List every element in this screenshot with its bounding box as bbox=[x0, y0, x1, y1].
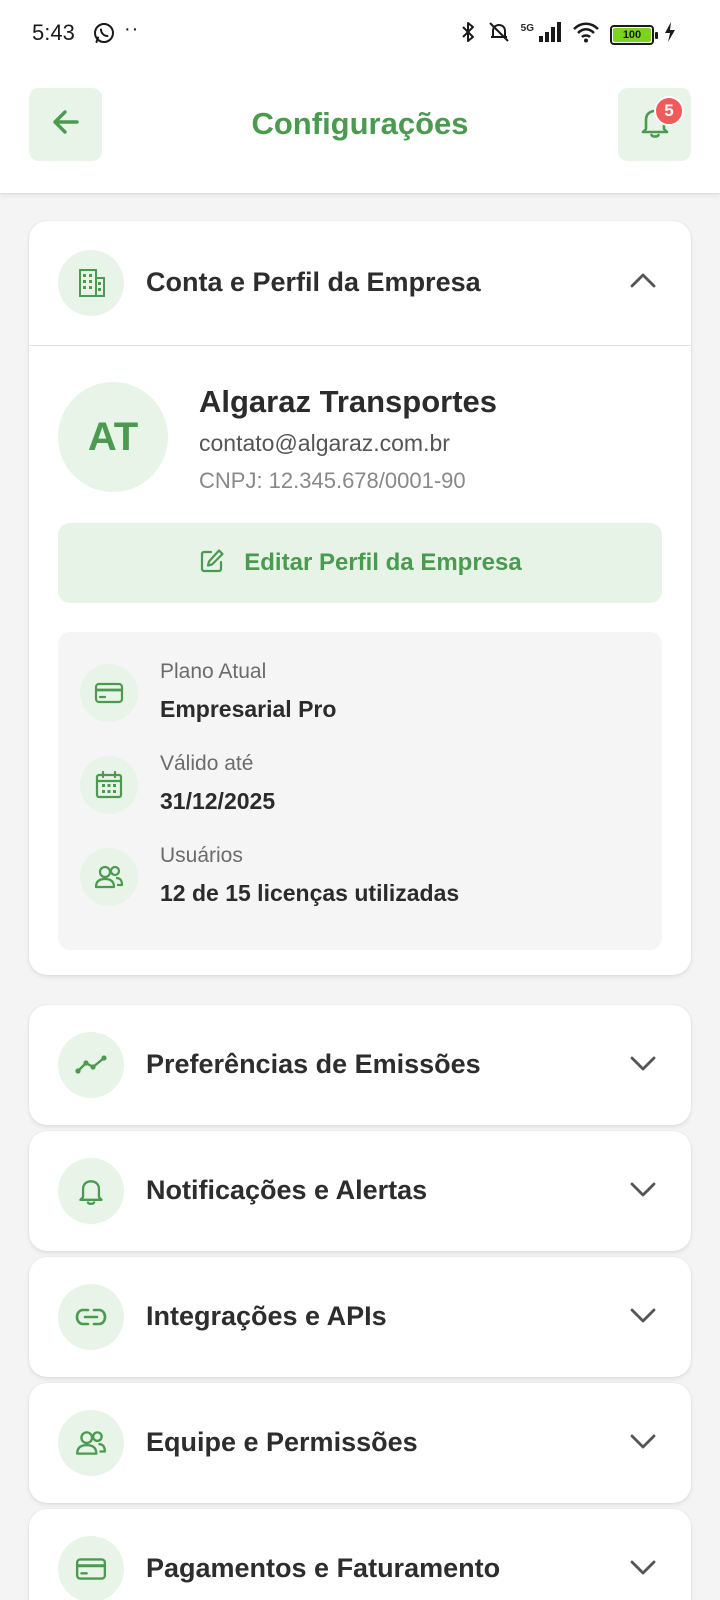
chevron-down-icon bbox=[629, 1305, 657, 1330]
plan-row-current: Plano Atual Empresarial Pro bbox=[58, 654, 662, 734]
section-integrations[interactable]: Integrações e APIs bbox=[29, 1257, 691, 1377]
section-notifications[interactable]: Notificações e Alertas bbox=[29, 1131, 691, 1251]
chevron-up-icon[interactable] bbox=[629, 271, 657, 296]
credit-card-icon bbox=[80, 664, 138, 722]
chevron-down-icon bbox=[629, 1557, 657, 1582]
section-title: Equipe e Permissões bbox=[146, 1427, 418, 1457]
page-title: Configurações bbox=[251, 106, 469, 141]
signal-icon bbox=[538, 21, 562, 48]
edit-button-label: Editar Perfil da Empresa bbox=[244, 549, 522, 576]
company-profile-card: Conta e Perfil da Empresa AT Algaraz Tra… bbox=[29, 221, 691, 975]
company-email: contato@algaraz.com.br bbox=[199, 430, 450, 456]
notifications-button[interactable]: 5 bbox=[618, 88, 691, 161]
bell-icon bbox=[58, 1158, 124, 1224]
edit-icon bbox=[198, 547, 226, 580]
users-label: Usuários bbox=[160, 844, 243, 867]
wifi-icon bbox=[572, 21, 600, 48]
muted-bell-icon bbox=[487, 20, 511, 49]
status-dots: ·· bbox=[124, 18, 140, 40]
users-icon bbox=[58, 1410, 124, 1476]
chevron-down-icon bbox=[629, 1053, 657, 1078]
plan-row-valid-until: Válido até 31/12/2025 bbox=[58, 746, 662, 826]
link-icon bbox=[58, 1284, 124, 1350]
company-cnpj: CNPJ: 12.345.678/0001-90 bbox=[199, 468, 466, 493]
company-name: Algaraz Transportes bbox=[199, 384, 498, 419]
section-team[interactable]: Equipe e Permissões bbox=[29, 1383, 691, 1503]
users-value: 12 de 15 licenças utilizadas bbox=[160, 880, 460, 906]
bluetooth-icon bbox=[459, 20, 477, 49]
notification-badge: 5 bbox=[654, 96, 684, 126]
trend-line-icon bbox=[58, 1032, 124, 1098]
network-type: 5G bbox=[520, 23, 534, 34]
plan-details: Plano Atual Empresarial Pro Válido até 3… bbox=[58, 632, 662, 950]
battery-level: 100 bbox=[613, 27, 651, 42]
section-title: Pagamentos e Faturamento bbox=[146, 1553, 501, 1583]
valid-until-value: 31/12/2025 bbox=[160, 788, 276, 814]
company-section-header[interactable]: Conta e Perfil da Empresa bbox=[29, 221, 691, 345]
battery-icon: 100 bbox=[610, 24, 658, 45]
status-bar: 5:43 ·· 5G 100 bbox=[0, 0, 720, 64]
building-icon bbox=[58, 250, 124, 316]
whatsapp-icon bbox=[92, 21, 116, 50]
status-icons: 5G 100 bbox=[459, 20, 676, 49]
section-payments[interactable]: Pagamentos e Faturamento bbox=[29, 1509, 691, 1600]
users-icon bbox=[80, 848, 138, 906]
section-title: Integrações e APIs bbox=[146, 1301, 387, 1331]
plan-row-users: Usuários 12 de 15 licenças utilizadas bbox=[58, 838, 662, 918]
plan-value: Empresarial Pro bbox=[160, 696, 337, 722]
valid-until-label: Válido até bbox=[160, 752, 254, 775]
chevron-down-icon bbox=[629, 1179, 657, 1204]
section-title: Preferências de Emissões bbox=[146, 1049, 481, 1079]
company-profile: AT Algaraz Transportes contato@algaraz.c… bbox=[29, 346, 691, 524]
status-time: 5:43 bbox=[32, 20, 75, 45]
credit-card-icon bbox=[58, 1536, 124, 1600]
section-emissions[interactable]: Preferências de Emissões bbox=[29, 1005, 691, 1125]
section-title: Notificações e Alertas bbox=[146, 1175, 428, 1205]
company-avatar: AT bbox=[58, 382, 168, 492]
plan-label: Plano Atual bbox=[160, 660, 267, 683]
company-section-title: Conta e Perfil da Empresa bbox=[146, 267, 481, 297]
calendar-icon bbox=[80, 756, 138, 814]
chevron-down-icon bbox=[629, 1431, 657, 1456]
top-area: 5:43 ·· 5G 100 Configurações 5 bbox=[0, 0, 720, 194]
edit-company-profile-button[interactable]: Editar Perfil da Empresa bbox=[58, 523, 662, 603]
app-bar: Configurações 5 bbox=[0, 88, 720, 164]
charging-icon bbox=[664, 21, 676, 48]
